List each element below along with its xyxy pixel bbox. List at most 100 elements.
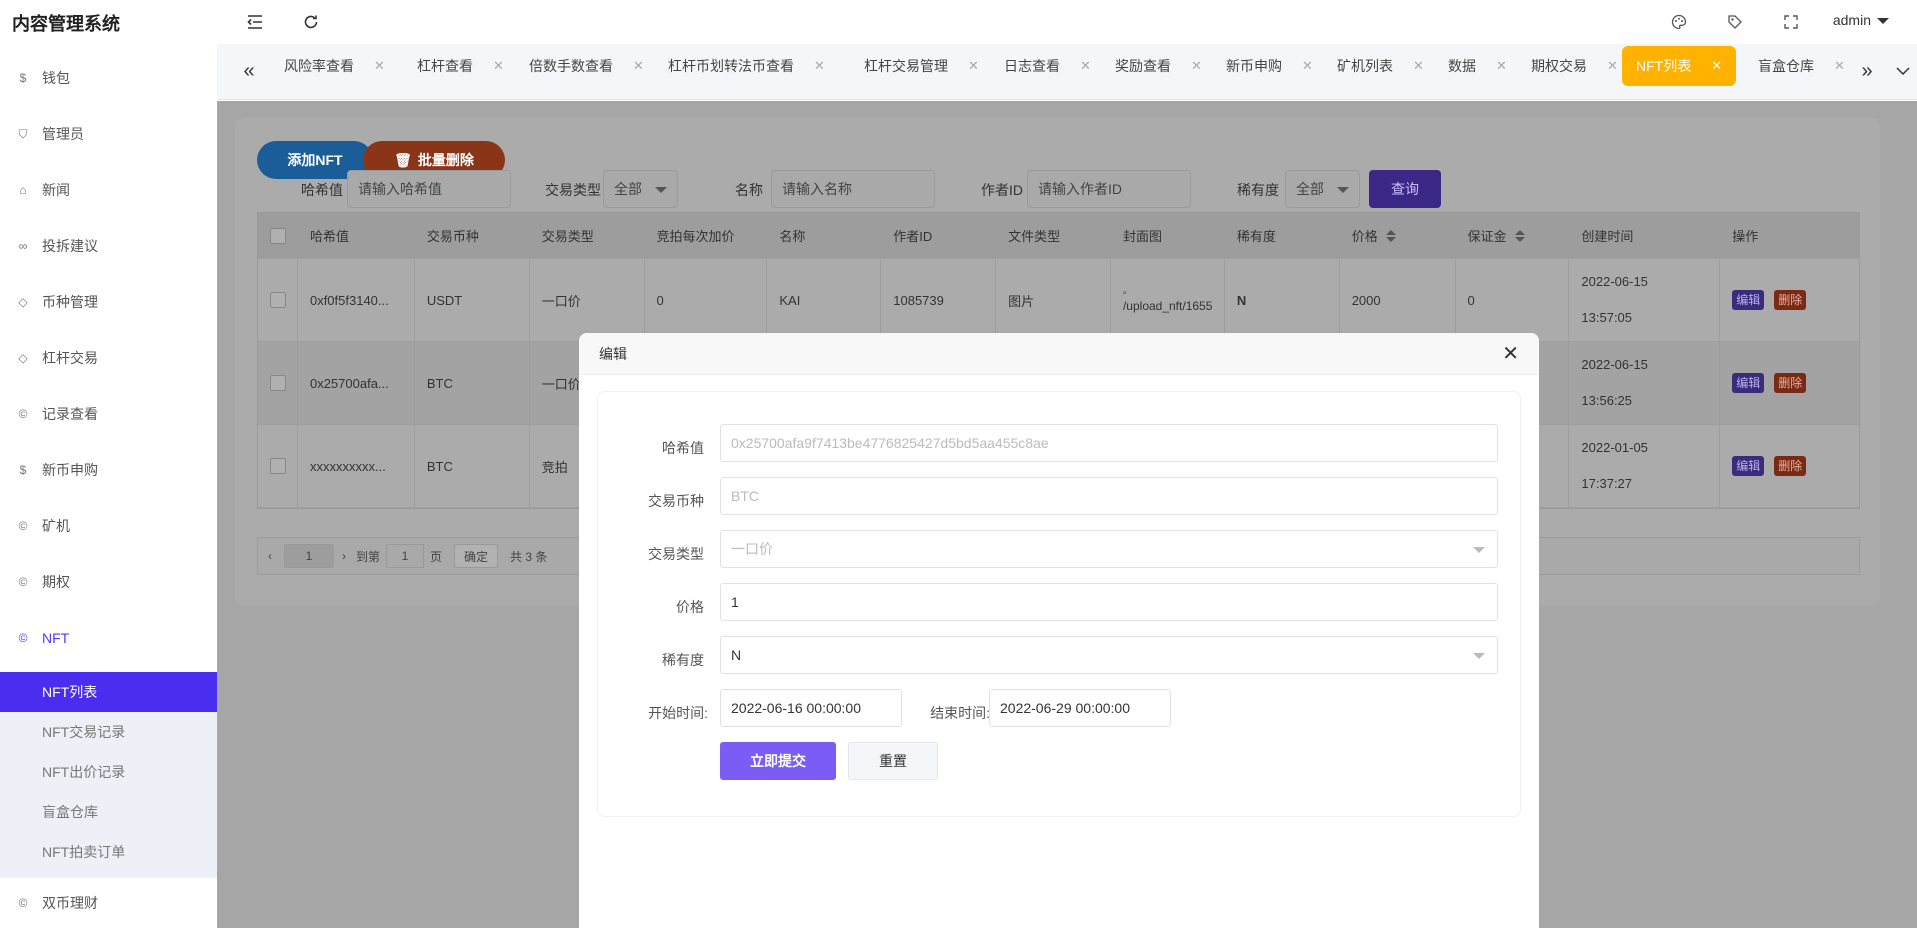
hash-cell: 0xf0f5f3140... [298, 259, 415, 341]
close-icon[interactable]: ✕ [968, 58, 979, 74]
submenu-item-nft-bids[interactable]: NFT出价记录 [0, 752, 217, 792]
goto-confirm-button[interactable]: 确定 [454, 544, 499, 568]
sidebar-item-options[interactable]: © 期权 [0, 554, 217, 610]
edit-button[interactable]: 编辑 [1732, 456, 1765, 476]
submenu-item-nft-trades[interactable]: NFT交易记录 [0, 712, 217, 752]
end-time-input[interactable]: 2022-06-29 00:00:00 [989, 689, 1171, 727]
sidebar-item-leverage[interactable]: ◇ 杠杆交易 [0, 330, 217, 386]
tag-icon[interactable] [1725, 12, 1745, 32]
row-checkbox[interactable] [270, 375, 286, 391]
tab-logs[interactable]: 日志查看 ✕ [990, 46, 1105, 86]
delete-button[interactable]: 删除 [1774, 373, 1807, 393]
sidebar-item-feedback[interactable]: ∞ 投拆建议 [0, 218, 217, 274]
column-header: 作者ID [881, 213, 997, 258]
sidebar-item-dual-coin[interactable]: © 双币理财 [0, 878, 217, 928]
sidebar-item-records[interactable]: © 记录查看 [0, 386, 217, 442]
reset-button[interactable]: 重置 [848, 742, 938, 780]
fullscreen-icon[interactable] [1781, 12, 1801, 32]
chevron-down-icon [1877, 18, 1889, 25]
rarity-select[interactable]: 全部 [1285, 170, 1360, 208]
close-icon[interactable]: ✕ [493, 58, 504, 74]
row-checkbox[interactable] [270, 458, 286, 474]
current-page[interactable]: 1 [284, 544, 334, 568]
submenu-item-nft-list[interactable]: NFT列表 [0, 672, 217, 712]
row-checkbox[interactable] [270, 292, 286, 308]
price-field[interactable]: 1 [720, 583, 1498, 621]
sidebar-item-label: 管理员 [42, 126, 84, 142]
user-menu[interactable]: admin [1833, 12, 1889, 28]
sidebar-item-nft[interactable]: © NFT [0, 610, 217, 666]
collapse-menu-icon[interactable] [245, 12, 265, 32]
tab-ipo[interactable]: 新币申购 ✕ [1212, 46, 1327, 86]
delete-button[interactable]: 删除 [1774, 456, 1807, 476]
c-circle-icon: © [18, 519, 28, 533]
price-column-header[interactable]: 价格 [1340, 213, 1456, 258]
tab-nft-list[interactable]: NFT列表 ✕ [1622, 46, 1737, 86]
goto-page-input[interactable]: 1 [386, 544, 425, 568]
actions-cell: 编辑 删除 [1720, 342, 1859, 424]
sidebar-item-miner[interactable]: © 矿机 [0, 498, 217, 554]
tabs-scroll-left-icon[interactable]: « [237, 58, 261, 84]
close-icon[interactable]: ✕ [1711, 58, 1722, 74]
sidebar-item-wallet[interactable]: $ 钱包 [0, 50, 217, 106]
coin-cell: BTC [415, 425, 530, 507]
close-icon[interactable]: ✕ [1191, 58, 1202, 74]
modal-title: 编辑 [599, 345, 627, 362]
tab-leverage-trade[interactable]: 杠杆交易管理 ✕ [850, 46, 993, 86]
submenu-item-blindbox[interactable]: 盲盒仓库 [0, 792, 217, 832]
dollar-circle-icon: $ [19, 463, 27, 477]
tab-data[interactable]: 数据 ✕ [1434, 46, 1521, 86]
submenu-item-nft-auctions[interactable]: NFT拍卖订单 [0, 832, 217, 872]
tab-miners[interactable]: 矿机列表 ✕ [1323, 46, 1438, 86]
author-filter-input[interactable]: 请输入作者ID [1027, 170, 1191, 208]
next-page-icon[interactable]: › [342, 549, 346, 563]
close-icon[interactable]: ✕ [1302, 58, 1313, 74]
close-icon[interactable]: ✕ [1080, 58, 1091, 74]
tab-options[interactable]: 期权交易 ✕ [1517, 46, 1632, 86]
hash-cell: xxxxxxxxxx... [298, 425, 415, 507]
close-icon[interactable]: ✕ [1607, 58, 1618, 74]
tag-icon: ⌂ [19, 183, 27, 197]
tab-blindbox[interactable]: 盲盒仓库 ✕ [1744, 46, 1859, 86]
close-icon[interactable]: ✕ [1413, 58, 1424, 74]
tab-multiplier[interactable]: 倍数手数查看 ✕ [515, 46, 658, 86]
close-icon[interactable]: ✕ [1496, 58, 1507, 74]
deposit-column-header[interactable]: 保证金 [1456, 213, 1570, 258]
submit-button[interactable]: 立即提交 [720, 742, 836, 780]
trade-type-select[interactable]: 全部 [603, 170, 678, 208]
tabs-scroll-right-icon[interactable]: » [1855, 58, 1879, 84]
delete-button[interactable]: 删除 [1774, 290, 1807, 310]
hash-field[interactable]: 0x25700afa9f7413be4776825427d5bd5aa455c8… [720, 424, 1498, 462]
tab-risk[interactable]: 风险率查看 ✕ [270, 46, 399, 86]
close-icon[interactable]: ✕ [1834, 58, 1845, 74]
theme-palette-icon[interactable] [1669, 12, 1689, 32]
tab-transfer[interactable]: 杠杆币划转法币查看 ✕ [654, 46, 839, 86]
edit-button[interactable]: 编辑 [1732, 290, 1765, 310]
select-all-checkbox[interactable] [270, 227, 286, 244]
refresh-icon[interactable] [301, 12, 321, 32]
close-icon[interactable]: ✕ [1502, 344, 1519, 364]
coin-field[interactable]: BTC [720, 477, 1498, 515]
rarity-select[interactable]: N [720, 636, 1498, 674]
sidebar-item-coins[interactable]: ◇ 币种管理 [0, 274, 217, 330]
tab-leverage-view[interactable]: 杠杆查看 ✕ [403, 46, 518, 86]
hash-filter-input[interactable]: 请输入哈希值 [347, 170, 511, 208]
close-icon[interactable]: ✕ [814, 58, 825, 74]
tab-rewards[interactable]: 奖励查看 ✕ [1101, 46, 1216, 86]
query-button[interactable]: 查询 [1369, 170, 1441, 208]
trade-type-select[interactable]: 一口价 [720, 530, 1498, 568]
coin-label: 交易币种 [648, 493, 704, 509]
prev-page-icon[interactable]: ‹ [268, 549, 272, 563]
sidebar-item-admin[interactable]: ⛉ 管理员 [0, 106, 217, 162]
close-icon[interactable]: ✕ [374, 58, 385, 74]
tab-bar: « 风险率查看 ✕ 杠杆查看 ✕ 倍数手数查看 ✕ 杠杆币划转法币查看 ✕ 杠杆交易管理… [217, 44, 1917, 100]
edit-button[interactable]: 编辑 [1732, 373, 1765, 393]
close-icon[interactable]: ✕ [633, 58, 644, 74]
sidebar-item-ipo[interactable]: $ 新币申购 [0, 442, 217, 498]
dollar-circle-icon: $ [19, 71, 27, 85]
sidebar-item-news[interactable]: ⌂ 新闻 [0, 162, 217, 218]
sidebar-item-label: 币种管理 [42, 294, 98, 310]
tabs-dropdown-icon[interactable] [1891, 58, 1915, 84]
start-time-input[interactable]: 2022-06-16 00:00:00 [720, 689, 902, 727]
name-filter-input[interactable]: 请输入名称 [771, 170, 935, 208]
